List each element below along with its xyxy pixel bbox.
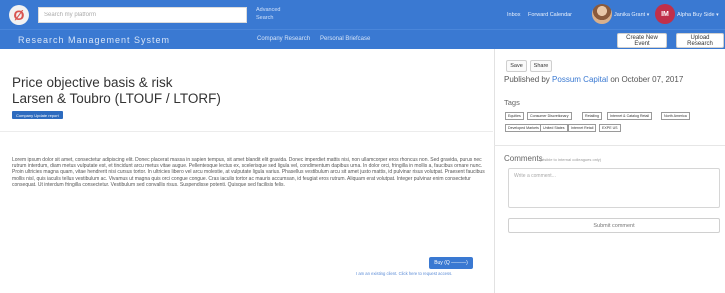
account-name-label: Alpha Buy Side <box>677 12 715 18</box>
panel-divider <box>494 145 725 146</box>
comments-visibility-note: (visible to internal colleagues only) <box>540 157 602 162</box>
top-bar: Ø Advanced Search Inbox Forward Calendar… <box>0 0 725 29</box>
report-type-badge: Company Update report <box>12 111 63 119</box>
app-logo-icon[interactable]: Ø <box>9 5 29 25</box>
document-body: Lorem ipsum dolor sit amet, consectetur … <box>12 157 485 188</box>
forward-calendar-link[interactable]: Forward Calendar <box>528 12 572 18</box>
tag-chip[interactable]: Consumer Discretionary <box>527 112 572 120</box>
tag-chip[interactable]: Developed Markets <box>505 124 542 132</box>
sub-bar: Research Management System Company Resea… <box>0 29 725 49</box>
request-access-button[interactable]: Buy (Q ———) <box>429 257 473 269</box>
tag-chip[interactable]: EXPE US <box>599 124 621 132</box>
logo-glyph: Ø <box>13 7 25 23</box>
published-by: Published by Possum Capital on October 0… <box>504 75 683 84</box>
share-button[interactable]: Share <box>530 60 552 72</box>
upload-research-button[interactable]: Upload Research <box>676 33 724 48</box>
document-subtitle: Larsen & Toubro (LTOUF / LTORF) <box>12 91 221 106</box>
tags-heading: Tags <box>504 98 520 107</box>
user-avatar[interactable] <box>592 4 612 24</box>
published-on: on <box>610 75 620 84</box>
inbox-link[interactable]: Inbox <box>507 12 520 18</box>
create-new-event-button[interactable]: Create New Event <box>617 33 667 48</box>
search-input[interactable] <box>38 7 247 23</box>
app-title: Research Management System <box>18 35 171 45</box>
publisher-link[interactable]: Possum Capital <box>552 75 608 84</box>
tag-chip[interactable]: Internet Retail <box>568 124 597 132</box>
tag-chip[interactable]: Retailing <box>582 112 602 120</box>
nav-company-research[interactable]: Company Research <box>257 36 310 42</box>
comment-input[interactable] <box>508 168 720 208</box>
submit-comment-button[interactable]: Submit comment <box>508 218 720 233</box>
chevron-down-icon: ▾ <box>646 12 650 18</box>
tag-chip[interactable]: Equities <box>505 112 524 120</box>
request-access-link[interactable]: I am an existing client. Click here to r… <box>356 271 452 276</box>
account-avatar[interactable]: IM <box>655 4 675 24</box>
nav-personal-briefcase[interactable]: Personal Briefcase <box>320 36 370 42</box>
tag-chip[interactable]: United States <box>540 124 568 132</box>
published-prefix: Published by <box>504 75 550 84</box>
published-date: October 07, 2017 <box>621 75 684 84</box>
comments-heading: Comments <box>504 154 543 163</box>
user-name-label: Janika Grant <box>614 12 646 18</box>
advanced-search-link[interactable]: Advanced Search <box>256 6 296 22</box>
save-button[interactable]: Save <box>506 60 527 72</box>
tag-chip[interactable]: North America <box>661 112 690 120</box>
user-menu-alpha[interactable]: Alpha Buy Side ▾ <box>677 12 719 18</box>
chevron-down-icon: ▾ <box>716 12 719 18</box>
user-menu-janika[interactable]: Janika Grant ▾ <box>614 12 649 18</box>
content-divider <box>0 131 493 132</box>
tag-chip[interactable]: Internet & Catalog Retail <box>607 112 653 120</box>
document-title: Price objective basis & risk <box>12 75 173 90</box>
